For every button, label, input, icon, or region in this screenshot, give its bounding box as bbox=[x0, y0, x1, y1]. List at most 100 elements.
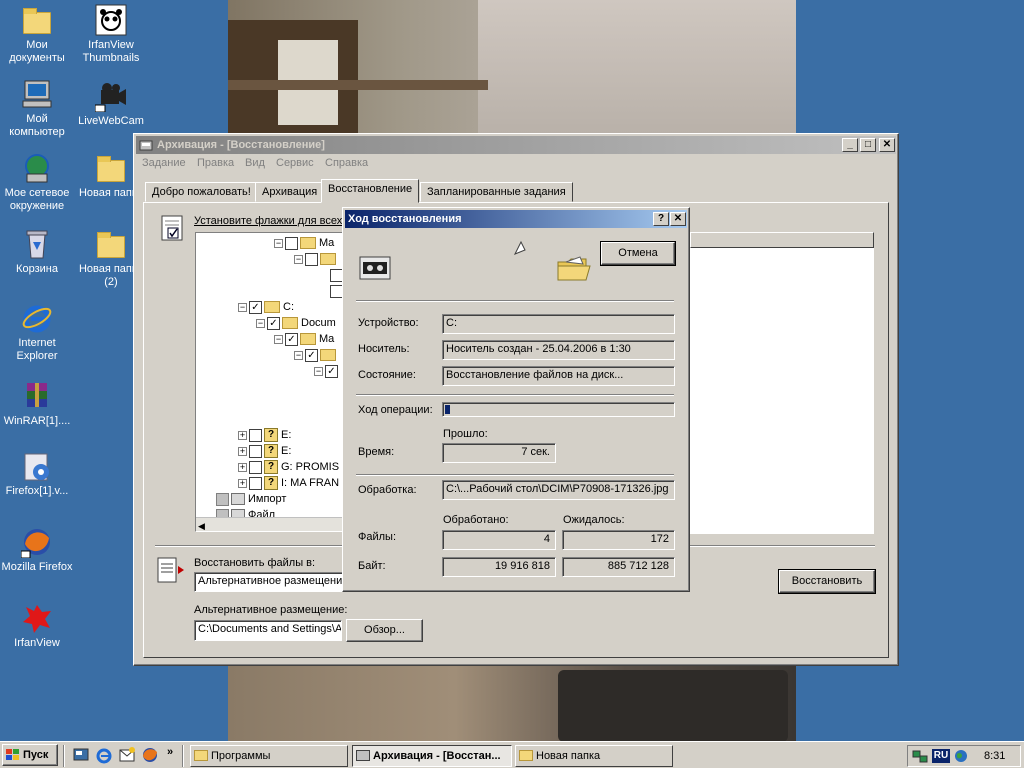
folder-icon bbox=[519, 750, 533, 761]
backup-window-titlebar[interactable]: Архивация - [Восстановление] _ □ ✕ bbox=[136, 136, 896, 154]
task-programs[interactable]: Программы bbox=[190, 745, 348, 767]
windows-logo-icon bbox=[6, 749, 19, 760]
tree-item-drive-e2[interactable]: +? E: bbox=[238, 443, 291, 459]
processed-header: Обработано: bbox=[443, 514, 509, 526]
network-tray-icon[interactable] bbox=[912, 748, 928, 764]
desktop-icon-irfanview[interactable]: IrfanView bbox=[0, 602, 74, 650]
tab-restore[interactable]: Восстановление bbox=[321, 179, 420, 203]
alt-location-input[interactable]: C:\Documents and Settings\A bbox=[194, 620, 342, 641]
tree-item[interactable]: − ✓ bbox=[314, 363, 340, 379]
help-button[interactable]: ? bbox=[653, 212, 669, 226]
media-value: Носитель создан - 25.04.2006 в 1:30 bbox=[442, 340, 675, 360]
restore-to-select[interactable]: Альтернативное размещени bbox=[194, 572, 346, 592]
desktop-icon-irfanview-thumbnails[interactable]: IrfanView Thumbnails bbox=[74, 4, 148, 65]
operation-progress-bar bbox=[442, 402, 675, 417]
bytes-expected: 885 712 128 bbox=[562, 557, 675, 577]
task-backup[interactable]: Архивация - [Восстан... bbox=[352, 745, 512, 767]
tree-item-import[interactable]: Импорт bbox=[216, 491, 286, 507]
menu-help[interactable]: Справка bbox=[325, 157, 368, 169]
dialog-separator bbox=[356, 300, 674, 302]
time-label: Время: bbox=[358, 446, 395, 458]
time-value: 7 сек. bbox=[442, 443, 556, 463]
tree-item-drive-i[interactable]: +? I: MA FRAN bbox=[238, 475, 339, 491]
desktop-icon-my-computer[interactable]: Мой компьютер bbox=[0, 78, 74, 139]
quicklaunch-chevron[interactable]: » bbox=[167, 746, 173, 758]
backup-app-icon bbox=[139, 140, 153, 151]
browse-button[interactable]: Обзор... bbox=[346, 619, 423, 642]
language-indicator[interactable]: RU bbox=[932, 749, 950, 763]
my-documents-icon bbox=[21, 4, 53, 36]
taskbar-divider bbox=[63, 745, 65, 767]
dialog-close-button[interactable]: ✕ bbox=[670, 212, 686, 226]
progress-fill bbox=[445, 405, 450, 414]
clock: 8:31 bbox=[984, 750, 1006, 762]
elapsed-header: Прошло: bbox=[443, 428, 488, 440]
tree-item[interactable]: − bbox=[294, 251, 339, 267]
menu-view[interactable]: Вид bbox=[245, 157, 265, 169]
tree-item[interactable]: − ✓ Docum bbox=[256, 315, 336, 331]
scroll-left-arrow-icon[interactable]: ◀ bbox=[198, 521, 205, 531]
network-icon bbox=[21, 152, 53, 184]
close-button[interactable]: ✕ bbox=[879, 138, 895, 152]
device-value: C: bbox=[442, 314, 675, 334]
cancel-button[interactable]: Отмена bbox=[600, 241, 676, 266]
desktop-icon-my-documents[interactable]: Мои документы bbox=[0, 4, 74, 65]
ie-icon bbox=[21, 302, 53, 334]
minimize-button[interactable]: _ bbox=[842, 138, 858, 152]
files-label: Файлы: bbox=[358, 531, 397, 543]
tab-backup[interactable]: Архивация bbox=[255, 182, 325, 202]
recycle-bin-icon bbox=[21, 228, 53, 260]
tab-scheduled-jobs[interactable]: Запланированные задания bbox=[420, 182, 573, 202]
folder-icon bbox=[95, 152, 127, 184]
maximize-button[interactable]: □ bbox=[860, 138, 876, 152]
task-new-folder[interactable]: Новая папка bbox=[515, 745, 673, 767]
tree-item-drive-g[interactable]: +? G: PROMIS bbox=[238, 459, 339, 475]
destination-folder-icon bbox=[557, 256, 591, 281]
menu-edit[interactable]: Правка bbox=[197, 157, 234, 169]
firefox-icon bbox=[20, 526, 53, 559]
backup-tree[interactable]: − Ma − − ✓ C: − ✓ Docum − ✓ Ma − ✓ − ✓ +? E: +? E: … bbox=[195, 232, 345, 532]
files-processed: 4 bbox=[442, 530, 556, 550]
winrar-icon bbox=[21, 380, 53, 412]
file-list[interactable] bbox=[690, 248, 874, 534]
show-desktop-icon[interactable] bbox=[72, 746, 90, 764]
tree-item[interactable]: − Ma bbox=[274, 235, 334, 251]
progress-dialog-title: Ход восстановления bbox=[348, 213, 462, 225]
tree-item-drive-e[interactable]: +? E: bbox=[238, 427, 291, 443]
taskbar: Пуск » Программы Архивация - [Восстан...… bbox=[0, 741, 1024, 768]
ie-quicklaunch-icon[interactable] bbox=[95, 746, 113, 764]
folder-icon bbox=[194, 750, 208, 761]
system-tray: RU 8:31 bbox=[907, 745, 1021, 767]
desktop-icon-winrar[interactable]: WinRAR[1].... bbox=[0, 380, 74, 428]
restore-target-icon bbox=[157, 557, 184, 583]
desktop-icon-recycle-bin[interactable]: Корзина bbox=[0, 228, 74, 276]
alt-location-label: Альтернативное размещение: bbox=[194, 604, 348, 616]
restore-button[interactable]: Восстановить bbox=[778, 569, 876, 594]
desktop-icon-mozilla-firefox[interactable]: Mozilla Firefox bbox=[0, 526, 74, 574]
tree-item-drive-c[interactable]: − ✓ C: bbox=[238, 299, 294, 315]
desktop-icon-internet-explorer[interactable]: Internet Explorer bbox=[0, 302, 74, 363]
instruction-label: Установите флажки для всех bbox=[194, 215, 343, 227]
menu-tools[interactable]: Сервис bbox=[276, 157, 314, 169]
firefox-quicklaunch-icon[interactable] bbox=[141, 746, 159, 764]
start-button[interactable]: Пуск bbox=[2, 744, 58, 766]
desktop-icon-network[interactable]: Мое сетевое окружение bbox=[0, 152, 74, 213]
globe-tray-icon[interactable] bbox=[953, 748, 969, 764]
progress-dialog-titlebar[interactable]: Ход восстановления ? ✕ bbox=[345, 210, 687, 228]
tab-welcome[interactable]: Добро пожаловать! bbox=[145, 182, 258, 202]
menu-task[interactable]: Задание bbox=[142, 157, 186, 169]
desktop-icon-livewebcam[interactable]: LiveWebCam bbox=[74, 80, 148, 128]
tape-drive-icon bbox=[359, 256, 391, 280]
desktop-icon-firefox-installer[interactable]: Firefox[1].v... bbox=[0, 450, 74, 498]
my-computer-icon bbox=[21, 78, 53, 110]
dialog-separator bbox=[356, 394, 674, 396]
taskbar-divider bbox=[182, 745, 184, 767]
state-label: Состояние: bbox=[358, 369, 416, 381]
installer-icon bbox=[21, 450, 53, 482]
tree-item[interactable]: − ✓ bbox=[294, 347, 339, 363]
webcam-icon bbox=[94, 80, 127, 113]
files-expected: 172 bbox=[562, 530, 675, 550]
outlook-express-icon[interactable] bbox=[118, 746, 136, 764]
tree-horizontal-scrollbar[interactable]: ◀ bbox=[196, 517, 344, 531]
tree-item[interactable]: − ✓ Ma bbox=[274, 331, 334, 347]
